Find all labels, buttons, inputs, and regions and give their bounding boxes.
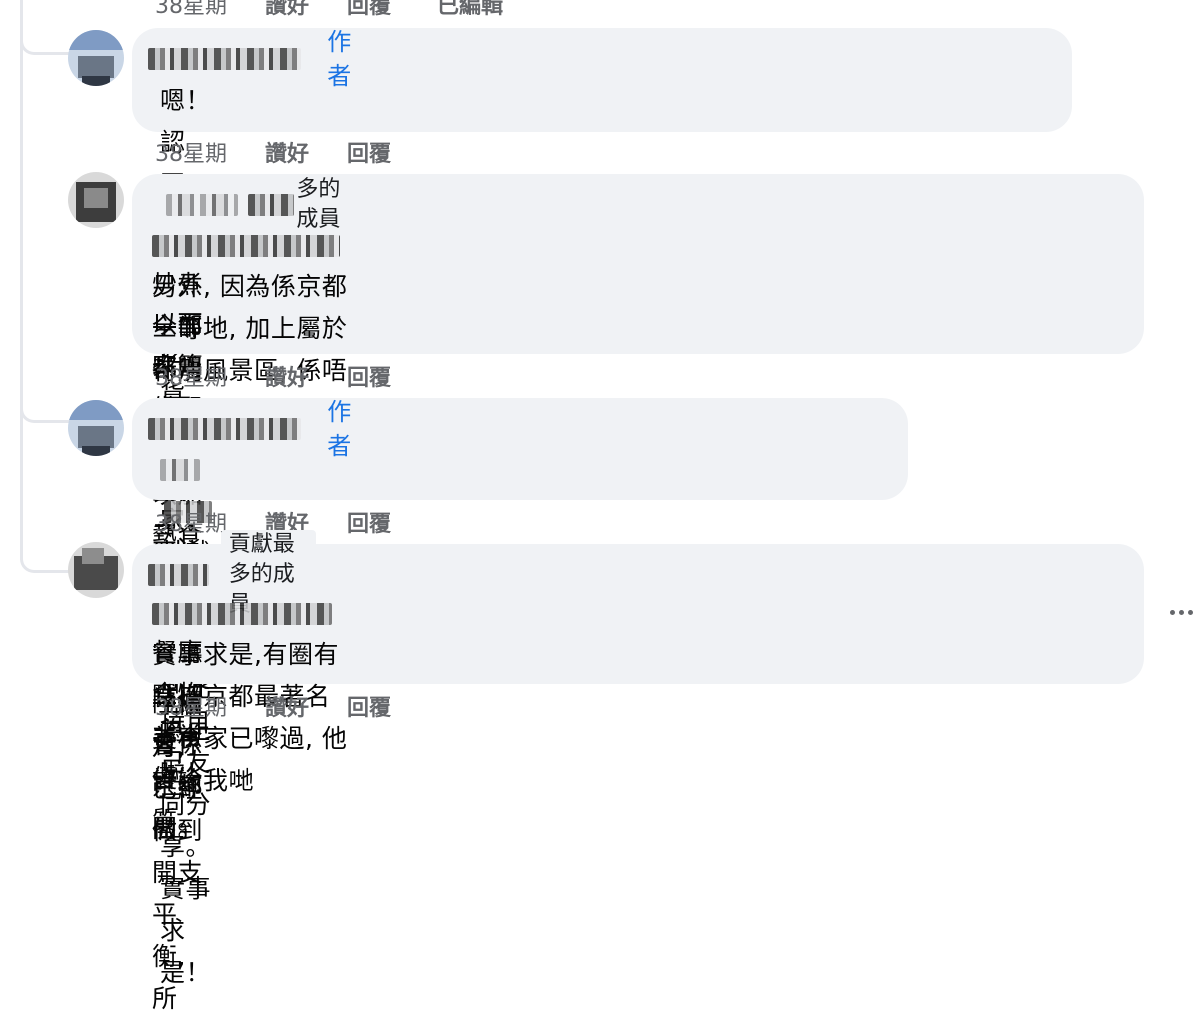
mention-redacted[interactable] [160, 459, 200, 481]
comment-author-row: 作者 [148, 398, 370, 460]
comment-timestamp[interactable]: 38星期 [155, 360, 265, 392]
like-button[interactable]: 讚好 [265, 0, 347, 20]
comment-actions: 38星期 讚好 回覆 [155, 690, 437, 722]
author-name-redacted[interactable] [148, 564, 209, 586]
like-button[interactable]: 讚好 [265, 136, 347, 168]
thread-line [20, 0, 23, 560]
author-name-redacted[interactable] [148, 418, 302, 440]
author-role-label: 作者 [327, 398, 352, 460]
comment-author-row: 貢獻最多的成員 [148, 530, 317, 620]
avatar[interactable] [68, 542, 124, 598]
author-name-redacted[interactable] [148, 48, 302, 70]
comment-author-row: 多的成員 [166, 177, 362, 232]
thread-connector [20, 20, 69, 55]
comment-text-line: 餐廳食物非常優質。 [152, 638, 204, 835]
avatar[interactable] [68, 400, 124, 456]
comment-actions: 38星期 讚好 回覆 [155, 136, 437, 168]
comment-author-row: 作者 [148, 28, 370, 90]
comment-timestamp[interactable]: 38星期 [155, 0, 265, 20]
mention-redacted[interactable] [152, 235, 340, 257]
mention-redacted[interactable] [152, 603, 332, 625]
comment-timestamp[interactable]: 38星期 [155, 136, 265, 168]
reply-button[interactable]: 回覆 [347, 0, 437, 20]
comment-timestamp[interactable]: 38星期 [155, 690, 265, 722]
edited-label[interactable]: 已編輯 [437, 0, 503, 20]
author-role-label: 作者 [327, 28, 352, 90]
thread-connector [20, 380, 69, 423]
more-options-icon[interactable] [1166, 602, 1196, 622]
like-button[interactable]: 讚好 [265, 690, 347, 722]
reply-button[interactable]: 回覆 [347, 506, 437, 538]
thread-connector [20, 530, 69, 573]
author-name-redacted[interactable] [166, 194, 238, 216]
comment-actions: 38星期 讚好 回覆 已編輯 [155, 0, 503, 20]
author-name-redacted[interactable] [248, 194, 295, 216]
avatar[interactable] [68, 172, 124, 228]
reply-button[interactable]: 回覆 [347, 690, 437, 722]
reply-button[interactable]: 回覆 [347, 136, 437, 168]
like-button[interactable]: 讚好 [265, 360, 347, 392]
comment-actions: 38星期 讚好 回覆 [155, 360, 437, 392]
avatar[interactable] [68, 30, 124, 86]
reply-button[interactable]: 回覆 [347, 360, 437, 392]
